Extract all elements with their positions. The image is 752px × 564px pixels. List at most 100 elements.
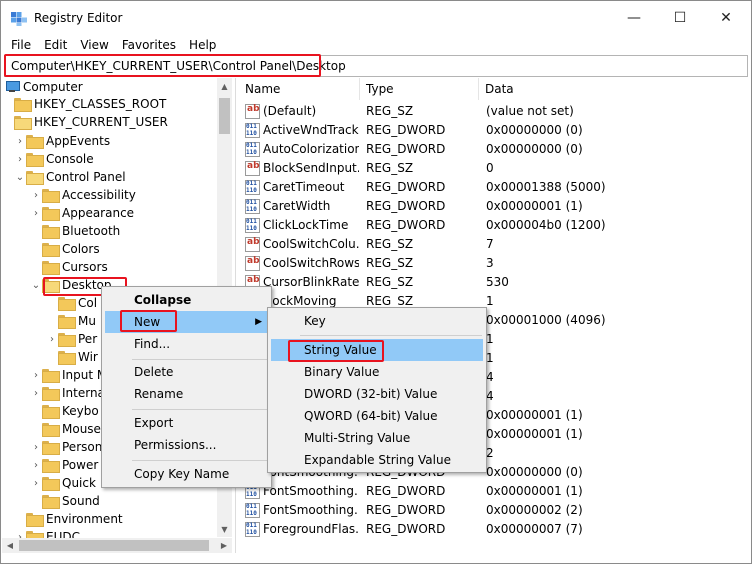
expand-chevron-icon[interactable]: › [30, 186, 42, 204]
tree-item-keyboard[interactable]: Keybo [42, 402, 99, 420]
value-row[interactable]: CoolSwitchColu... REG_SZ 7 [239, 235, 751, 254]
tree-item-label: Col [78, 296, 98, 310]
value-row[interactable]: FontSmoothing... REG_DWORD 0x00000002 (2) [239, 501, 751, 520]
value-row[interactable]: ForegroundFlas... REG_DWORD 0x00000007 (7) [239, 520, 751, 539]
menu-help[interactable]: Help [182, 36, 222, 54]
value-row[interactable]: BlockSendInput... REG_SZ 0 [239, 159, 751, 178]
tree-item-label: Sound [62, 494, 100, 508]
scroll-thumb[interactable] [19, 540, 209, 551]
expand-chevron-icon[interactable]: › [30, 474, 42, 492]
value-data: 4 [486, 389, 494, 403]
column-header-data[interactable]: Data [479, 78, 751, 100]
menu-item-export[interactable]: Export [105, 412, 270, 434]
tree-item-muicached[interactable]: Mu [58, 312, 96, 330]
tree-item-sound[interactable]: Sound [42, 492, 100, 510]
value-row[interactable]: CaretTimeout REG_DWORD 0x00001388 (5000) [239, 178, 751, 197]
menu-file[interactable]: File [1, 36, 37, 54]
expand-chevron-icon[interactable]: › [14, 150, 26, 168]
minimize-button[interactable]: — [611, 1, 657, 34]
expand-chevron-icon[interactable]: › [46, 330, 58, 348]
column-header-name[interactable]: Name [239, 78, 360, 100]
tree-item-appevents[interactable]: › AppEvents [14, 132, 110, 150]
dword-value-icon [245, 218, 260, 233]
tree-item-appearance[interactable]: › Appearance [30, 204, 134, 222]
submenu-item-dword-value[interactable]: DWORD (32-bit) Value [271, 383, 483, 405]
tree-item-power[interactable]: › Power [30, 456, 98, 474]
tree-item-personalization[interactable]: › Person [30, 438, 102, 456]
tree-horizontal-scrollbar[interactable]: ◀ ▶ [2, 538, 232, 553]
value-row[interactable]: FontSmoothing... REG_DWORD 0x00000001 (1) [239, 482, 751, 501]
value-type: REG_DWORD [366, 484, 446, 498]
computer-icon [5, 81, 20, 93]
menu-item-rename[interactable]: Rename [105, 383, 270, 405]
value-row[interactable]: AutoColorization REG_DWORD 0x00000000 (0) [239, 140, 751, 159]
value-type: REG_DWORD [366, 199, 446, 213]
submenu-item-multi-string-value[interactable]: Multi-String Value [271, 427, 483, 449]
tree-item-bluetooth[interactable]: Bluetooth [42, 222, 120, 240]
expand-chevron-icon[interactable]: › [30, 366, 42, 384]
scroll-up-icon[interactable]: ▲ [217, 78, 232, 94]
tree-item-label: HKEY_CLASSES_ROOT [34, 97, 167, 111]
tree-item-quick-actions[interactable]: › Quick [30, 474, 96, 492]
dword-value-icon [245, 123, 260, 138]
expand-chevron-icon[interactable]: › [30, 384, 42, 402]
menu-item-delete[interactable]: Delete [105, 361, 270, 383]
menu-edit[interactable]: Edit [37, 36, 73, 54]
menu-item-find[interactable]: Find... [105, 333, 270, 355]
value-row[interactable]: CaretWidth REG_DWORD 0x00000001 (1) [239, 197, 751, 216]
value-type: REG_DWORD [366, 123, 446, 137]
tree-item-international[interactable]: › Interna [30, 384, 105, 402]
tree-item-colors[interactable]: Colors [42, 240, 100, 258]
value-type: REG_DWORD [366, 522, 446, 536]
tree-item-mouse[interactable]: Mouse [42, 420, 101, 438]
submenu-item-qword-value[interactable]: QWORD (64-bit) Value [271, 405, 483, 427]
value-row[interactable]: CursorBlinkRate REG_SZ 530 [239, 273, 751, 292]
tree-item-console[interactable]: › Console [14, 150, 94, 168]
value-row[interactable]: ActiveWndTrack... REG_DWORD 0x00000000 (0) [239, 121, 751, 140]
menu-view[interactable]: View [73, 36, 114, 54]
expand-chevron-icon[interactable]: › [30, 438, 42, 456]
value-row[interactable]: ClickLockTime REG_DWORD 0x000004b0 (1200) [239, 216, 751, 235]
folder-icon [42, 261, 60, 275]
menu-separator [132, 409, 268, 410]
scroll-thumb[interactable] [219, 98, 230, 134]
value-data: 0x00000001 (1) [486, 199, 583, 213]
value-data: 530 [486, 275, 509, 289]
tree-item-perdpi[interactable]: › Per [46, 330, 97, 348]
tree-item-cursors[interactable]: Cursors [42, 258, 108, 276]
value-row[interactable]: CoolSwitchRows REG_SZ 3 [239, 254, 751, 273]
collapse-chevron-icon[interactable]: ⌄ [14, 168, 26, 186]
menu-favorites[interactable]: Favorites [115, 36, 182, 54]
value-data: 1 [486, 332, 494, 346]
tree-item-control-panel[interactable]: ⌄ Control Panel [14, 168, 126, 186]
menu-item-collapse[interactable]: Collapse [105, 289, 270, 311]
maximize-button[interactable]: ☐ [657, 1, 703, 34]
submenu-item-binary-value[interactable]: Binary Value [271, 361, 483, 383]
menu-item-permissions[interactable]: Permissions... [105, 434, 270, 456]
tree-item-windowmetrics[interactable]: Wir [58, 348, 98, 366]
tree-item-environment[interactable]: Environment [26, 510, 123, 528]
tree-item-hkey-classes-root[interactable]: HKEY_CLASSES_ROOT [14, 95, 166, 113]
scroll-left-icon[interactable]: ◀ [2, 538, 18, 553]
column-header-type[interactable]: Type [360, 78, 479, 100]
expand-chevron-icon[interactable]: › [30, 456, 42, 474]
submenu-item-expandable-string-value[interactable]: Expandable String Value [271, 449, 483, 471]
value-data: 0x00000002 (2) [486, 503, 583, 517]
submenu-item-key[interactable]: Key [271, 310, 483, 332]
dword-value-icon [245, 503, 260, 518]
tree-item-computer[interactable]: Computer [5, 78, 83, 96]
value-data: 0x00001388 (5000) [486, 180, 606, 194]
tree-item-desktop-colors[interactable]: Col [58, 294, 97, 312]
tree-item-accessibility[interactable]: › Accessibility [30, 186, 136, 204]
menu-item-copy-key-name[interactable]: Copy Key Name [105, 463, 270, 485]
tree-item-hkey-current-user[interactable]: HKEY_CURRENT_USER [14, 113, 168, 131]
scroll-down-icon[interactable]: ▼ [217, 521, 232, 537]
collapse-chevron-icon[interactable]: ⌄ [30, 276, 42, 294]
tree-item-input-method[interactable]: › Input M [30, 366, 107, 384]
tree-item-label: Console [46, 152, 94, 166]
value-row[interactable]: (Default) REG_SZ (value not set) [239, 102, 751, 121]
expand-chevron-icon[interactable]: › [30, 204, 42, 222]
close-button[interactable]: ✕ [703, 1, 749, 34]
scroll-right-icon[interactable]: ▶ [216, 538, 232, 553]
expand-chevron-icon[interactable]: › [14, 132, 26, 150]
